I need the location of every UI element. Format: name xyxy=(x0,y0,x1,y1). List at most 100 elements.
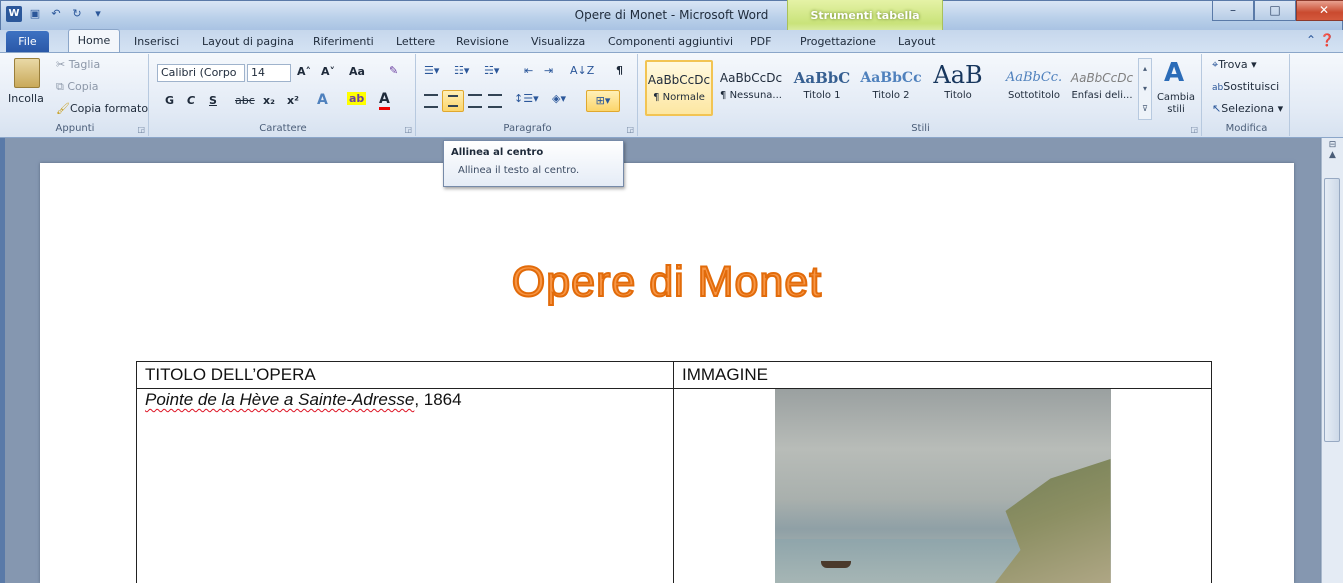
style-nessuna-spaziatura[interactable]: AaBbCcDc ¶ Nessuna... xyxy=(717,60,785,116)
tab-home[interactable]: Home xyxy=(68,29,120,53)
document-heading[interactable]: Opere di Monet xyxy=(40,257,1294,307)
italic-button[interactable]: C xyxy=(187,94,195,107)
change-styles-icon[interactable]: A xyxy=(1164,58,1184,88)
group-label: Modifica xyxy=(1225,123,1268,134)
tab-componenti-aggiuntivi[interactable]: Componenti aggiuntivi xyxy=(608,32,733,52)
tooltip-title: Allinea al centro xyxy=(451,147,544,158)
group-label: Carattere xyxy=(259,123,307,134)
strikethrough-button[interactable]: abc xyxy=(235,94,255,107)
sort-icon[interactable]: A↓Z xyxy=(570,64,594,77)
document-table[interactable]: TITOLO DELL’OPERA IMMAGINE Pointe de la … xyxy=(136,361,1212,583)
artwork-title: Pointe de la Hève a Sainte-Adresse xyxy=(145,390,415,409)
font-color-icon[interactable]: A xyxy=(379,91,390,110)
table-cell-title[interactable]: Pointe de la Hève a Sainte-Adresse, 1864 xyxy=(136,388,674,583)
tab-layout[interactable]: Layout xyxy=(898,32,935,52)
group-modifica: ⌖ Trova ▾ ab Sostituisci ↖ Seleziona ▾ M… xyxy=(1204,54,1290,136)
increase-indent-icon[interactable]: ⇥ xyxy=(544,64,553,77)
cut-button[interactable]: ✂ Taglia xyxy=(56,58,100,71)
tab-layout-di-pagina[interactable]: Layout di pagina xyxy=(202,32,294,52)
tab-file[interactable]: File xyxy=(6,31,49,52)
change-styles-button[interactable]: Cambia stili xyxy=(1156,92,1196,116)
ruler-toggle-icon[interactable]: ⊟ xyxy=(1322,140,1343,150)
window-title: Opere di Monet - Microsoft Word xyxy=(574,8,769,22)
line-spacing-icon[interactable]: ↕☰▾ xyxy=(514,92,539,105)
style-enfasi-delicata[interactable]: AaBbCcDc Enfasi deli... xyxy=(1068,60,1136,116)
multilevel-list-icon[interactable]: ☵▾ xyxy=(484,64,499,77)
copy-icon: ⧉ xyxy=(56,80,68,93)
align-right-icon[interactable] xyxy=(468,94,482,108)
group-label: Appunti xyxy=(55,123,95,134)
minimize-button[interactable]: – xyxy=(1212,0,1254,21)
copy-button[interactable]: ⧉ Copia xyxy=(56,80,99,94)
window-controls: – □ ✕ xyxy=(1212,0,1343,22)
scroll-up-icon[interactable]: ▲ xyxy=(1322,150,1343,160)
table-cell-image[interactable] xyxy=(673,388,1212,583)
maximize-button[interactable]: □ xyxy=(1254,0,1296,21)
table-header-cell[interactable]: IMMAGINE xyxy=(673,361,1212,389)
group-paragrafo: ☰▾ ☷▾ ☵▾ ⇤ ⇥ A↓Z ¶ ↕☰▾ ◈▾ ⊞▾ Paragrafo ◲ xyxy=(418,54,638,136)
dialog-launcher-icon[interactable]: ◲ xyxy=(137,125,145,134)
dialog-launcher-icon[interactable]: ◲ xyxy=(626,125,634,134)
align-center-icon xyxy=(448,95,458,107)
cursor-icon: ↖ xyxy=(1212,102,1222,115)
close-button[interactable]: ✕ xyxy=(1296,0,1343,21)
paste-button[interactable]: Incolla xyxy=(8,92,44,105)
shrink-font-button[interactable]: A˅ xyxy=(321,65,335,78)
numbering-icon[interactable]: ☷▾ xyxy=(454,64,469,77)
superscript-button[interactable]: x² xyxy=(287,94,299,107)
bullets-icon[interactable]: ☰▾ xyxy=(424,64,439,77)
style-sottotitolo[interactable]: AaBbCc. Sottotitolo xyxy=(1000,60,1068,116)
brush-icon: 🖌 xyxy=(56,102,70,115)
highlight-icon[interactable]: ab xyxy=(347,92,367,105)
tab-revisione[interactable]: Revisione xyxy=(456,32,509,52)
styles-scroll-icon[interactable]: ▴ ▾ ⊽ xyxy=(1138,58,1152,120)
help-icon[interactable]: ⌃ ❓ xyxy=(1306,33,1335,47)
tab-pdf[interactable]: PDF xyxy=(750,32,771,52)
justify-icon[interactable] xyxy=(488,94,502,108)
replace-icon: ab xyxy=(1212,83,1224,93)
change-case-button[interactable]: Aa xyxy=(349,65,365,78)
group-label: Paragrafo xyxy=(503,123,552,134)
format-painter-button[interactable]: 🖌 Copia formato xyxy=(56,102,148,115)
shading-icon[interactable]: ◈▾ xyxy=(552,92,566,105)
table-header-cell[interactable]: TITOLO DELL’OPERA xyxy=(136,361,674,389)
dialog-launcher-icon[interactable]: ◲ xyxy=(404,125,412,134)
text-effects-icon[interactable]: A xyxy=(317,92,328,108)
borders-icon[interactable]: ⊞▾ xyxy=(586,90,620,112)
style-titolo-2[interactable]: AaBbCc Titolo 2 xyxy=(857,60,925,116)
tab-lettere[interactable]: Lettere xyxy=(396,32,435,52)
align-left-icon[interactable] xyxy=(424,94,438,108)
find-button[interactable]: ⌖ Trova ▾ xyxy=(1212,58,1257,72)
table-row: Pointe de la Hève a Sainte-Adresse, 1864 xyxy=(136,388,1212,583)
tab-inserisci[interactable]: Inserisci xyxy=(134,32,179,52)
select-button[interactable]: ↖ Seleziona ▾ xyxy=(1212,102,1283,115)
tab-riferimenti[interactable]: Riferimenti xyxy=(313,32,374,52)
style-normale[interactable]: AaBbCcDc ¶ Normale xyxy=(645,60,713,116)
style-titolo-1[interactable]: AaBbC Titolo 1 xyxy=(788,60,856,116)
show-marks-button[interactable]: ¶ xyxy=(616,64,623,77)
style-titolo[interactable]: AaB Titolo xyxy=(924,60,992,116)
group-appunti: Incolla ✂ Taglia ⧉ Copia 🖌 Copia formato… xyxy=(2,54,149,136)
underline-button[interactable]: S xyxy=(209,94,217,107)
dialog-launcher-icon[interactable]: ◲ xyxy=(1190,125,1198,134)
font-size-combo[interactable]: 14 xyxy=(247,64,291,82)
tooltip: Allinea al centro Allinea il testo al ce… xyxy=(443,140,624,187)
group-carattere: Calibri (Corpo 14 A˄ A˅ Aa ✎ G C S abc x… xyxy=(151,54,416,136)
table-header-row: TITOLO DELL’OPERA IMMAGINE xyxy=(136,361,1212,389)
tab-progettazione[interactable]: Progettazione xyxy=(800,32,876,52)
font-name-combo[interactable]: Calibri (Corpo xyxy=(157,64,245,82)
scrollbar-thumb[interactable] xyxy=(1324,178,1340,442)
artwork-year: , 1864 xyxy=(414,390,462,409)
grow-font-button[interactable]: A˄ xyxy=(297,65,311,78)
subscript-button[interactable]: x₂ xyxy=(263,94,275,107)
group-label: Stili xyxy=(911,123,930,134)
clear-formatting-icon[interactable]: ✎ xyxy=(389,64,398,77)
align-center-button[interactable] xyxy=(442,90,464,112)
monet-painting-image[interactable] xyxy=(774,389,1111,583)
replace-button[interactable]: ab Sostituisci xyxy=(1212,80,1279,93)
paste-icon[interactable] xyxy=(14,58,40,88)
scissors-icon: ✂ xyxy=(56,58,69,71)
decrease-indent-icon[interactable]: ⇤ xyxy=(524,64,533,77)
bold-button[interactable]: G xyxy=(165,94,174,107)
tab-visualizza[interactable]: Visualizza xyxy=(531,32,585,52)
